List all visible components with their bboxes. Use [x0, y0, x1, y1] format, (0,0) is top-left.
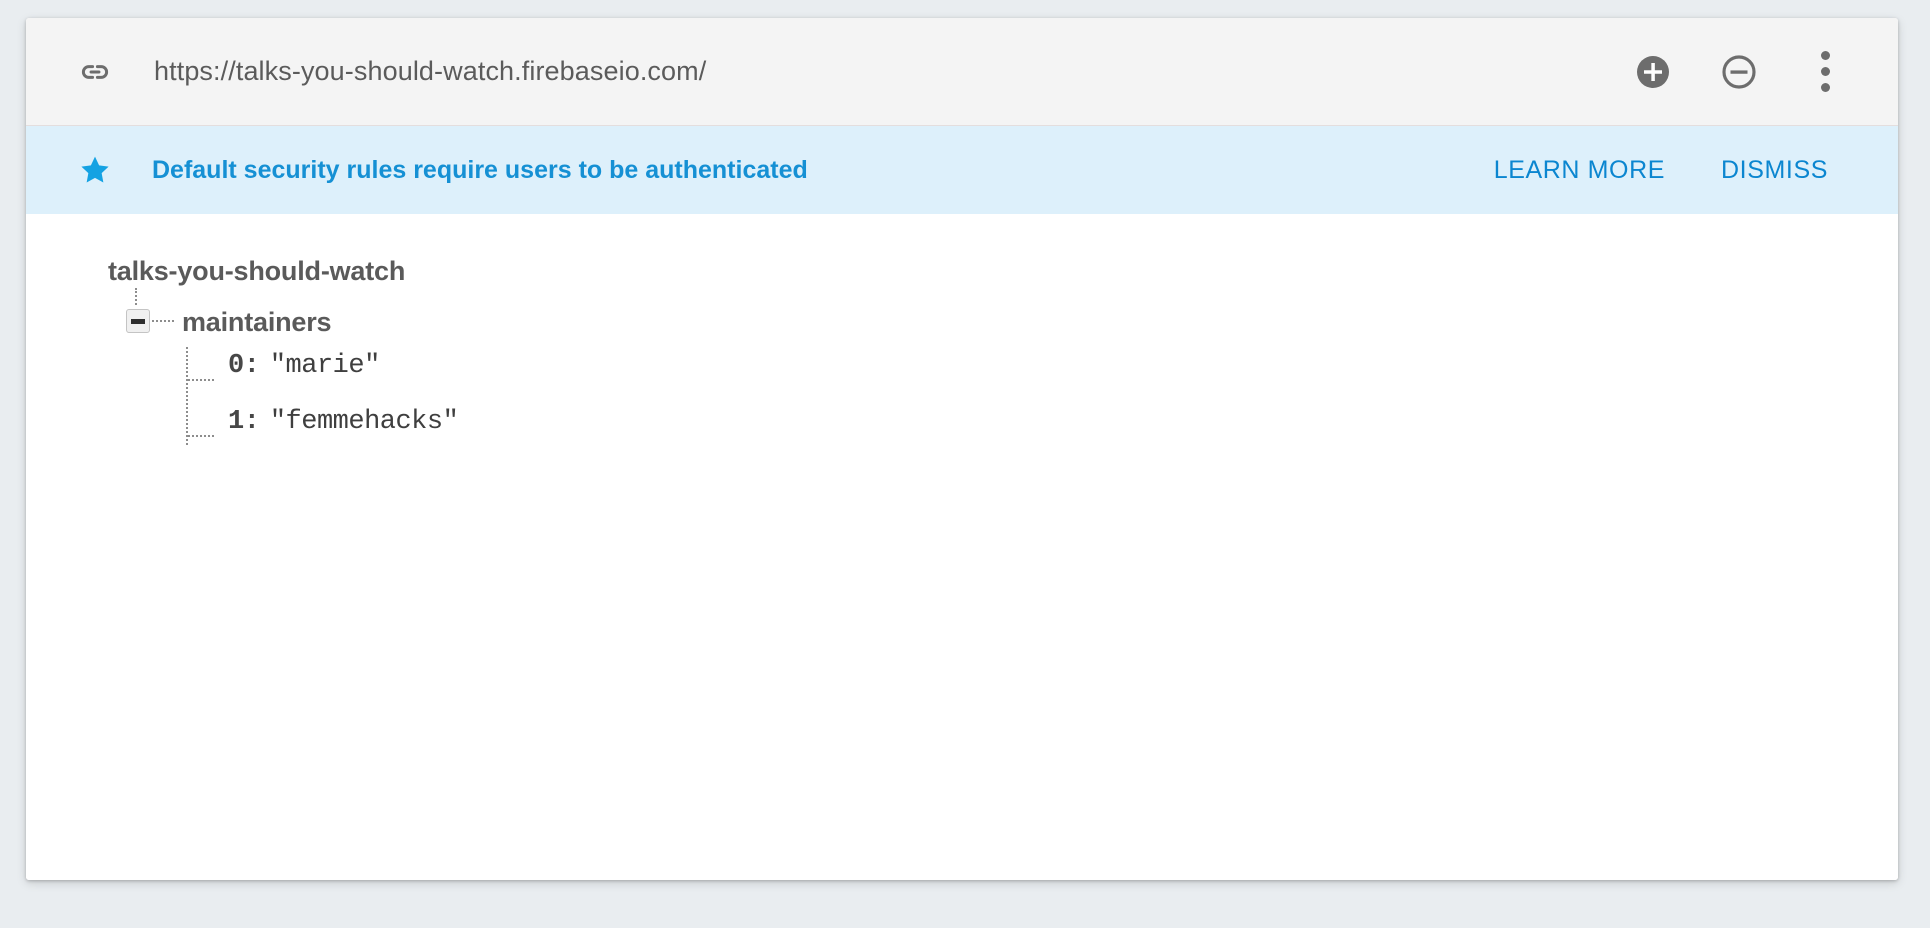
tree-connector-vertical	[135, 288, 139, 305]
star-icon	[78, 153, 112, 187]
tree-connector-elbow	[188, 435, 214, 437]
tree-node-maintainers: maintainers	[108, 288, 1898, 347]
link-icon	[78, 55, 112, 89]
minus-circle-icon[interactable]	[1716, 49, 1762, 95]
banner-actions: LEARN MORE DISMISS	[1494, 156, 1846, 185]
tree-children: 0: "marie" 1: "femmehacks"	[186, 347, 1898, 463]
tree-root-label[interactable]: talks-you-should-watch	[108, 256, 1898, 286]
banner-message: Default security rules require users to …	[152, 155, 808, 184]
leaf-key: 1:	[228, 407, 260, 437]
tree-connector-elbow	[188, 379, 214, 381]
minus-toggle-icon[interactable]	[126, 309, 150, 333]
tree-connector-horizontal	[152, 320, 174, 322]
leaf-value[interactable]: "marie"	[270, 351, 380, 381]
leaf-key: 0:	[228, 351, 260, 381]
url-toolbar: https://talks-you-should-watch.firebasei…	[26, 18, 1898, 126]
data-tree: talks-you-should-watch maintainers 0: "m…	[26, 214, 1898, 880]
dismiss-button[interactable]: DISMISS	[1721, 156, 1828, 185]
plus-circle-icon[interactable]	[1630, 49, 1676, 95]
list-item[interactable]: 1: "femmehacks"	[186, 407, 1898, 463]
toolbar-actions	[1630, 49, 1870, 95]
list-item[interactable]: 0: "marie"	[186, 351, 1898, 407]
leaf-value[interactable]: "femmehacks"	[270, 407, 459, 437]
security-notice-banner: Default security rules require users to …	[26, 126, 1898, 214]
database-viewer-card: https://talks-you-should-watch.firebasei…	[26, 18, 1898, 880]
tree-node-label[interactable]: maintainers	[182, 303, 332, 341]
database-url[interactable]: https://talks-you-should-watch.firebasei…	[154, 56, 1630, 87]
kebab-menu-icon[interactable]	[1802, 49, 1848, 95]
learn-more-button[interactable]: LEARN MORE	[1494, 156, 1665, 185]
